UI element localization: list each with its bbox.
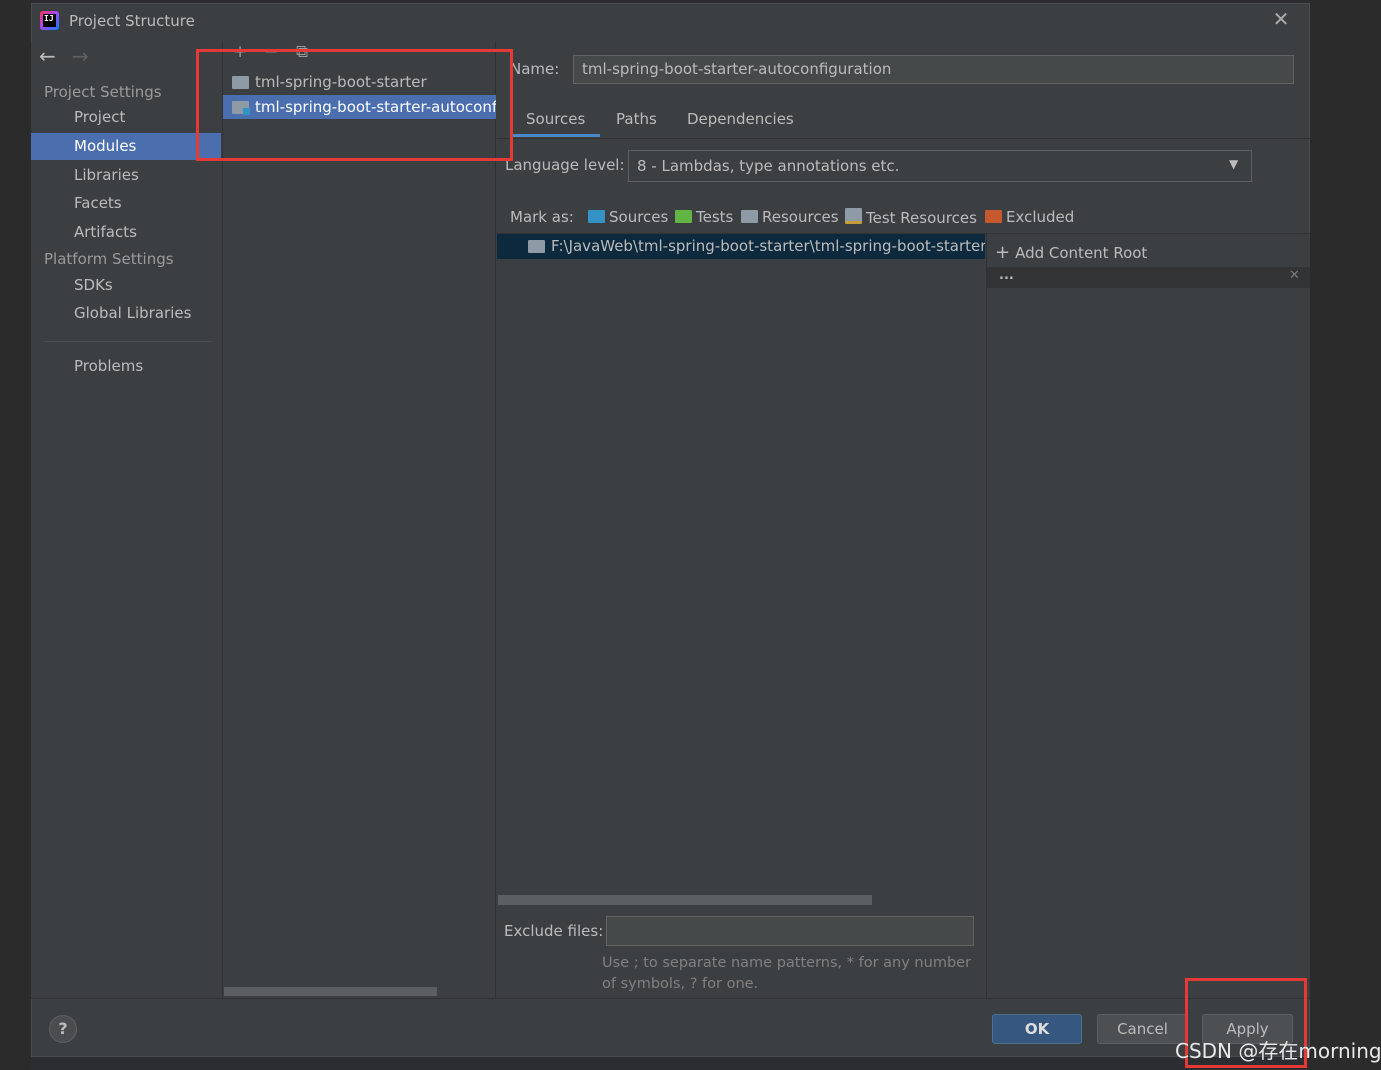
test-resources-folder-icon [845,208,862,224]
nav-divider [44,341,212,342]
nav-section-platform-settings: Platform Settings [44,250,174,268]
module-list-scrollbar[interactable] [224,987,437,996]
active-tab-indicator [510,134,600,137]
intellij-app-icon: IJ [40,11,59,30]
add-content-root-label: Add Content Root [1015,244,1148,262]
add-content-root-button[interactable]: + Add Content Root [995,242,1147,263]
footer-divider [31,998,1310,999]
chevron-down-icon: ▼ [1229,157,1239,171]
tab-dependencies[interactable]: Dependencies [687,110,794,138]
name-label: Name: [510,60,560,78]
tab-divider [497,138,1310,139]
mark-as-label: Mark as: [510,208,574,226]
close-icon[interactable]: ✕ [1270,8,1292,30]
mark-as-label-text: Tests [696,208,734,226]
mark-as-tests[interactable]: Tests [675,208,733,226]
content-root-row[interactable]: F:\JavaWeb\tml-spring-boot-starter\tml-s… [497,234,985,259]
tree-scrollbar[interactable] [498,895,872,905]
nav-item-problems[interactable]: Problems [31,353,221,380]
exclude-files-hint: Use ; to separate name patterns, * for a… [602,955,972,992]
exclude-files-label: Exclude files: [504,922,604,940]
back-arrow-icon[interactable]: ← [39,44,56,68]
folder-icon [528,240,545,253]
nav-item-libraries[interactable]: Libraries [31,162,221,189]
module-list-panel [222,41,496,999]
forward-arrow-icon[interactable]: → [72,44,89,68]
language-level-label: Language level: [505,156,625,174]
exclude-files-input[interactable] [606,916,974,946]
mark-as-label-text: Resources [762,208,839,226]
mark-as-label-text: Sources [609,208,669,226]
nav-item-project[interactable]: Project [31,104,221,131]
content-root-tree [497,234,985,999]
resources-folder-icon [741,210,758,223]
ok-button[interactable]: OK [992,1014,1082,1044]
mark-as-excluded[interactable]: Excluded [985,208,1074,226]
excluded-folder-icon [985,210,1002,223]
mark-as-label-text: Excluded [1006,208,1075,226]
mark-as-label-text: Test Resources [866,209,977,227]
mark-as-resources[interactable]: Resources [741,208,839,226]
tests-folder-icon [675,210,692,223]
mark-as-sources[interactable]: Sources [588,208,668,226]
nav-item-modules[interactable]: Modules [31,133,221,160]
content-root-path: F:\JavaWeb\tml-spring-boot-starter\tml-s… [551,237,985,255]
language-level-select[interactable]: 8 - Lambdas, type annotations etc. [628,150,1252,182]
module-name-field[interactable]: tml-spring-boot-starter-autoconfiguratio… [573,55,1294,84]
nav-section-project-settings: Project Settings [44,83,162,101]
content-root-header-dots: ... [999,268,1014,283]
content-root-side-panel [986,234,1310,999]
tab-paths[interactable]: Paths [616,110,657,138]
sources-folder-icon [588,210,605,223]
window-title: Project Structure [69,12,195,30]
watermark: CSDN @存在morning [1175,1039,1381,1063]
content-root-header [987,267,1310,288]
background-left [0,0,31,1070]
help-icon[interactable]: ? [49,1015,77,1043]
nav-item-artifacts[interactable]: Artifacts [31,219,221,246]
background-right [1310,0,1381,1070]
mark-as-test-resources[interactable]: Test Resources [845,208,977,227]
annotation-box-modules [196,49,513,161]
remove-root-icon[interactable]: ✕ [1289,268,1300,283]
nav-item-global-libraries[interactable]: Global Libraries [31,300,221,327]
plus-icon: + [995,242,1011,263]
nav-item-facets[interactable]: Facets [31,190,221,217]
nav-item-sdks[interactable]: SDKs [31,272,221,299]
